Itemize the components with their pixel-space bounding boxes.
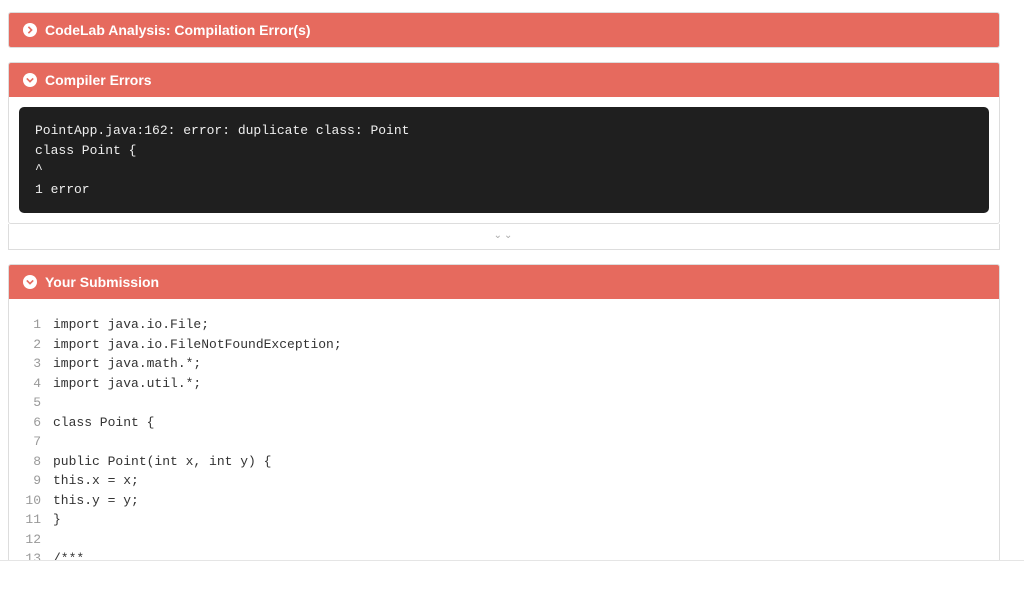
line-content: this.x = x;: [53, 471, 139, 491]
line-content: import java.io.File;: [53, 315, 209, 335]
line-content: import java.math.*;: [53, 354, 201, 374]
line-number: 10: [19, 491, 53, 511]
line-number: 11: [19, 510, 53, 530]
line-number: 8: [19, 452, 53, 472]
compiler-panel-header[interactable]: Compiler Errors: [9, 63, 999, 97]
line-content: this.y = y;: [53, 491, 139, 511]
analysis-panel-header[interactable]: CodeLab Analysis: Compilation Error(s): [9, 13, 999, 47]
code-line: 1import java.io.File;: [19, 315, 989, 335]
main-scroll-area[interactable]: CodeLab Analysis: Compilation Error(s) C…: [0, 0, 1008, 560]
submission-panel-body: 1import java.io.File;2import java.io.Fil…: [9, 299, 999, 560]
line-content: }: [53, 510, 61, 530]
bottom-bar: [0, 560, 1024, 609]
line-content: /***: [53, 549, 84, 560]
line-number: 9: [19, 471, 53, 491]
code-line: 8public Point(int x, int y) {: [19, 452, 989, 472]
line-number: 13: [19, 549, 53, 560]
analysis-title: CodeLab Analysis: Compilation Error(s): [45, 22, 311, 38]
code-editor: 1import java.io.File;2import java.io.Fil…: [19, 309, 989, 560]
line-content: public Point(int x, int y) {: [53, 452, 271, 472]
submission-title: Your Submission: [45, 274, 159, 290]
submission-panel-header[interactable]: Your Submission: [9, 265, 999, 299]
code-line: 4import java.util.*;: [19, 374, 989, 394]
chevron-double-down-icon: ⌄⌄: [494, 230, 515, 241]
error-output: PointApp.java:162: error: duplicate clas…: [19, 107, 989, 213]
code-line: 9this.x = x;: [19, 471, 989, 491]
submission-panel: Your Submission 1import java.io.File;2im…: [8, 264, 1000, 560]
line-number: 2: [19, 335, 53, 355]
code-line: 5: [19, 393, 989, 413]
code-line: 3import java.math.*;: [19, 354, 989, 374]
line-number: 5: [19, 393, 53, 413]
line-number: 4: [19, 374, 53, 394]
line-number: 12: [19, 530, 53, 550]
code-line: 12: [19, 530, 989, 550]
compiler-title: Compiler Errors: [45, 72, 152, 88]
chevron-down-icon: [23, 73, 37, 87]
line-content: class Point {: [53, 413, 154, 433]
code-line: 2import java.io.FileNotFoundException;: [19, 335, 989, 355]
chevron-down-icon: [23, 275, 37, 289]
chevron-right-icon: [23, 23, 37, 37]
line-number: 6: [19, 413, 53, 433]
expand-handle[interactable]: ⌄⌄: [8, 224, 1000, 250]
compiler-panel-body: PointApp.java:162: error: duplicate clas…: [9, 97, 999, 223]
line-content: import java.io.FileNotFoundException;: [53, 335, 342, 355]
line-content: import java.util.*;: [53, 374, 201, 394]
code-line: 6class Point {: [19, 413, 989, 433]
line-number: 3: [19, 354, 53, 374]
code-line: 11}: [19, 510, 989, 530]
code-line: 13/***: [19, 549, 989, 560]
compiler-panel: Compiler Errors PointApp.java:162: error…: [8, 62, 1000, 224]
code-line: 7: [19, 432, 989, 452]
line-number: 7: [19, 432, 53, 452]
analysis-panel: CodeLab Analysis: Compilation Error(s): [8, 12, 1000, 48]
line-number: 1: [19, 315, 53, 335]
code-line: 10this.y = y;: [19, 491, 989, 511]
